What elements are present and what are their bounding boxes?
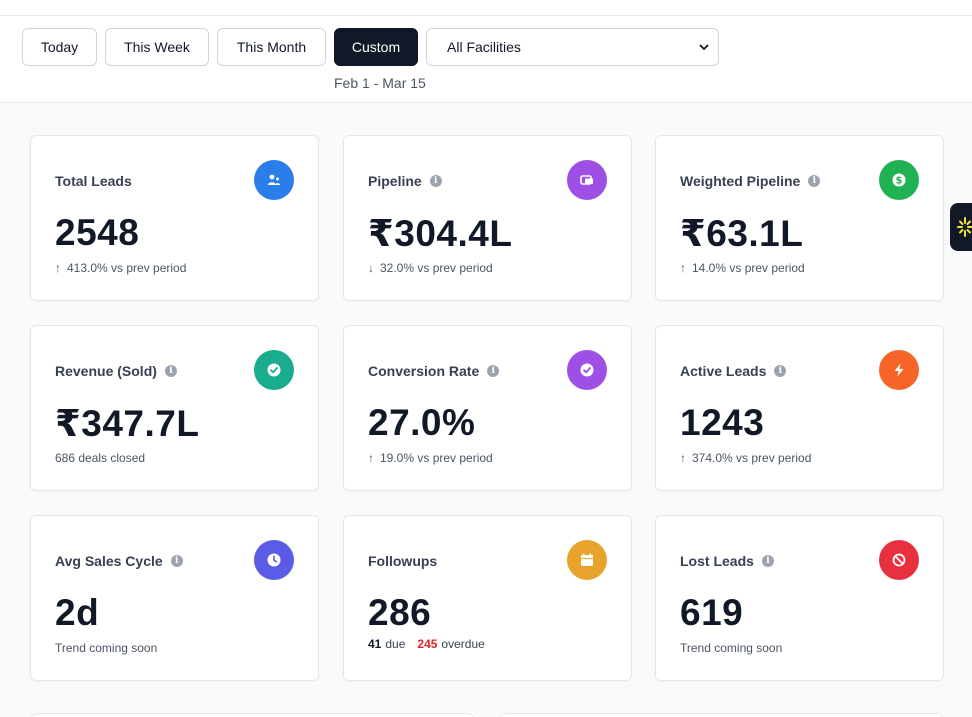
card-weighted-pipeline: Weighted Pipeline i $ ₹63.1L ↑ 14.0% vs pr… (655, 135, 944, 301)
facility-select[interactable]: All Facilities (426, 28, 719, 66)
custom-button[interactable]: Custom (334, 28, 418, 66)
card-subtext: Trend coming soon (55, 641, 158, 655)
info-icon[interactable]: i (170, 555, 183, 567)
due-label: due (385, 637, 406, 651)
card-label: Followups (368, 553, 438, 569)
info-icon[interactable]: i (429, 175, 442, 187)
card-label: Weighted Pipeline i (680, 173, 821, 189)
card-value: ₹347.7L (55, 403, 200, 444)
card-pipeline: Pipeline i ₹304.4L ↓ 32.0% vs prev period (343, 135, 632, 301)
calendar-icon (567, 540, 607, 580)
card-value: 2548 (55, 212, 140, 253)
filter-bar: Today This Week This Month Custom All Fa… (0, 16, 972, 103)
card-label: Avg Sales Cycle i (55, 553, 183, 569)
check-badge-icon (567, 350, 607, 390)
user-icon (254, 160, 294, 200)
card-trend: ↑ 413.0% vs prev period (55, 261, 187, 275)
card-trend: ↑ 14.0% vs prev period (680, 261, 805, 275)
bottom-panel-left (30, 713, 475, 717)
card-label: Revenue (Sold) i (55, 363, 177, 379)
arrow-down-icon: ↓ (368, 261, 374, 275)
info-icon[interactable]: i (808, 175, 821, 187)
card-label: Active Leads i (680, 363, 787, 379)
facility-select-value: All Facilities (447, 39, 521, 55)
card-label: Conversion Rate i (368, 363, 500, 379)
card-followups: Followups 286 41 due 245 overdue (343, 515, 632, 681)
card-value: 286 (368, 592, 432, 633)
pipeline-icon (567, 160, 607, 200)
followup-counts: 41 due 245 overdue (368, 637, 485, 651)
arrow-up-icon: ↑ (680, 451, 686, 465)
ban-icon (879, 540, 919, 580)
card-label: Total Leads (55, 173, 132, 189)
due-count: 41 (368, 637, 382, 651)
card-conversion-rate: Conversion Rate i 27.0% ↑ 19.0% vs prev pe… (343, 325, 632, 491)
check-icon (254, 350, 294, 390)
card-trend: ↓ 32.0% vs prev period (368, 261, 493, 275)
card-trend: ↑ 19.0% vs prev period (368, 451, 493, 465)
card-value: ₹63.1L (680, 213, 804, 254)
card-subtext: 686 deals closed (55, 451, 146, 465)
dollar-icon: $ (879, 160, 919, 200)
chevron-down-icon (699, 44, 709, 51)
card-subtext: Trend coming soon (680, 641, 783, 655)
card-label: Lost Leads i (680, 553, 774, 569)
today-button[interactable]: Today (22, 28, 97, 66)
card-value: ₹304.4L (368, 213, 513, 254)
card-revenue-sold: Revenue (Sold) i ₹347.7L 686 deals closed (30, 325, 319, 491)
top-header-strip (0, 0, 972, 16)
card-label: Pipeline i (368, 173, 442, 189)
floating-widget-tab[interactable] (950, 203, 972, 251)
card-value: 1243 (680, 402, 765, 443)
overdue-count: 245 (417, 637, 438, 651)
sparkle-icon (957, 217, 972, 237)
info-icon[interactable]: i (487, 365, 500, 377)
card-value: 27.0% (368, 402, 476, 443)
card-active-leads: Active Leads i 1243 ↑ 374.0% vs prev perio… (655, 325, 944, 491)
card-value: 619 (680, 592, 744, 633)
card-trend: ↑ 374.0% vs prev period (680, 451, 812, 465)
bolt-icon (879, 350, 919, 390)
card-value: 2d (55, 592, 100, 633)
info-icon[interactable]: i (774, 365, 787, 377)
arrow-up-icon: ↑ (368, 451, 374, 465)
date-range-label: Feb 1 - Mar 15 (334, 75, 426, 91)
arrow-up-icon: ↑ (680, 261, 686, 275)
card-avg-sales-cycle: Avg Sales Cycle i 2d Trend coming soon (30, 515, 319, 681)
overdue-label: overdue (441, 637, 485, 651)
info-icon[interactable]: i (164, 365, 177, 377)
card-lost-leads: Lost Leads i 619 Trend coming soon (655, 515, 944, 681)
card-total-leads: Total Leads 2548 ↑ 413.0% vs prev period (30, 135, 319, 301)
arrow-up-icon: ↑ (55, 261, 61, 275)
info-icon[interactable]: i (761, 555, 774, 567)
this-week-button[interactable]: This Week (105, 28, 209, 66)
svg-text:$: $ (896, 176, 903, 187)
clock-icon (254, 540, 294, 580)
bottom-panel-right (498, 713, 944, 717)
this-month-button[interactable]: This Month (217, 28, 326, 66)
